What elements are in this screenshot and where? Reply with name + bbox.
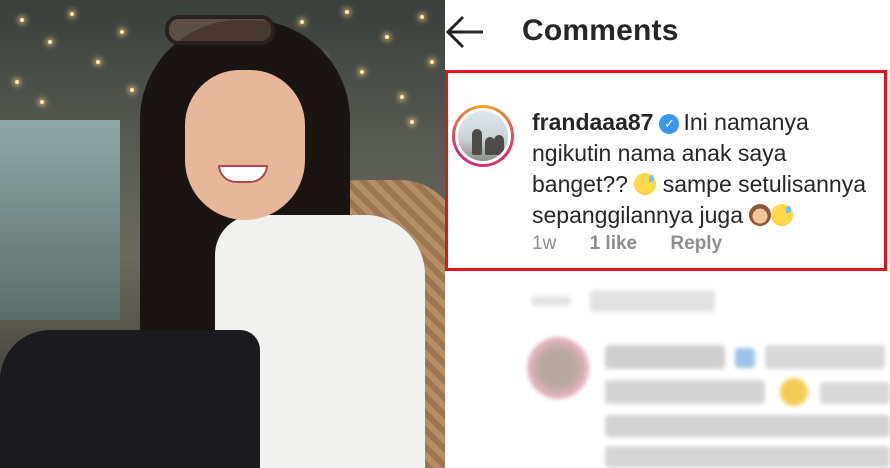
- comment-text-line3b: sampe setulisannya: [662, 171, 867, 197]
- blurred-view-replies: [531, 296, 571, 306]
- comment-body: frandaaa87 ✓ Ini namanya ngikutin nama ana…: [532, 107, 890, 231]
- highlighted-comment: frandaaa87 ✓ Ini namanya ngikutin nama ana…: [445, 70, 887, 271]
- page-title: Comments: [522, 14, 679, 47]
- blurred-comment-line: [735, 348, 755, 368]
- comment-text-line2: ngikutin nama anak saya: [532, 140, 787, 166]
- comments-panel: Comments frandaaa87 ✓ Ini namanya ngikutin…: [445, 0, 890, 468]
- blurred-comment-line: [765, 345, 885, 369]
- grinning-sweat-emoji-icon: [634, 173, 657, 195]
- face: [185, 70, 305, 220]
- comment-text-line4: sepanggilannya juga: [532, 202, 744, 228]
- blurred-comment-line: [605, 345, 725, 369]
- avatar[interactable]: [452, 105, 514, 167]
- see-no-evil-monkey-emoji-icon: [749, 204, 772, 226]
- comment-text-line1: Ini namanya: [683, 109, 809, 135]
- background-wall: [0, 120, 120, 320]
- comment-text-line3: banget??: [532, 171, 628, 197]
- reply-button[interactable]: Reply: [670, 233, 722, 254]
- verified-badge-icon: ✓: [659, 114, 680, 134]
- comment-meta: 1w 1 like Reply: [532, 233, 750, 255]
- blurred-view-replies-text: [590, 290, 715, 312]
- profile-photo: [0, 0, 445, 468]
- blurred-comment-line: [605, 380, 765, 404]
- grinning-sweat-emoji-icon: [771, 204, 794, 226]
- back-arrow-icon[interactable]: [445, 14, 485, 50]
- dark-pants: [0, 330, 260, 468]
- blurred-comment-line: [820, 382, 890, 404]
- comment-time: 1w: [532, 233, 557, 254]
- blurred-comment-line: [605, 446, 890, 468]
- comment-likes[interactable]: 1 like: [590, 233, 638, 254]
- blurred-emoji: [780, 378, 808, 406]
- blurred-comment-line: [605, 415, 890, 437]
- comment-username[interactable]: frandaaa87: [532, 109, 653, 135]
- blurred-avatar: [527, 337, 589, 399]
- sunglasses: [165, 15, 275, 45]
- comments-header: Comments: [445, 0, 890, 65]
